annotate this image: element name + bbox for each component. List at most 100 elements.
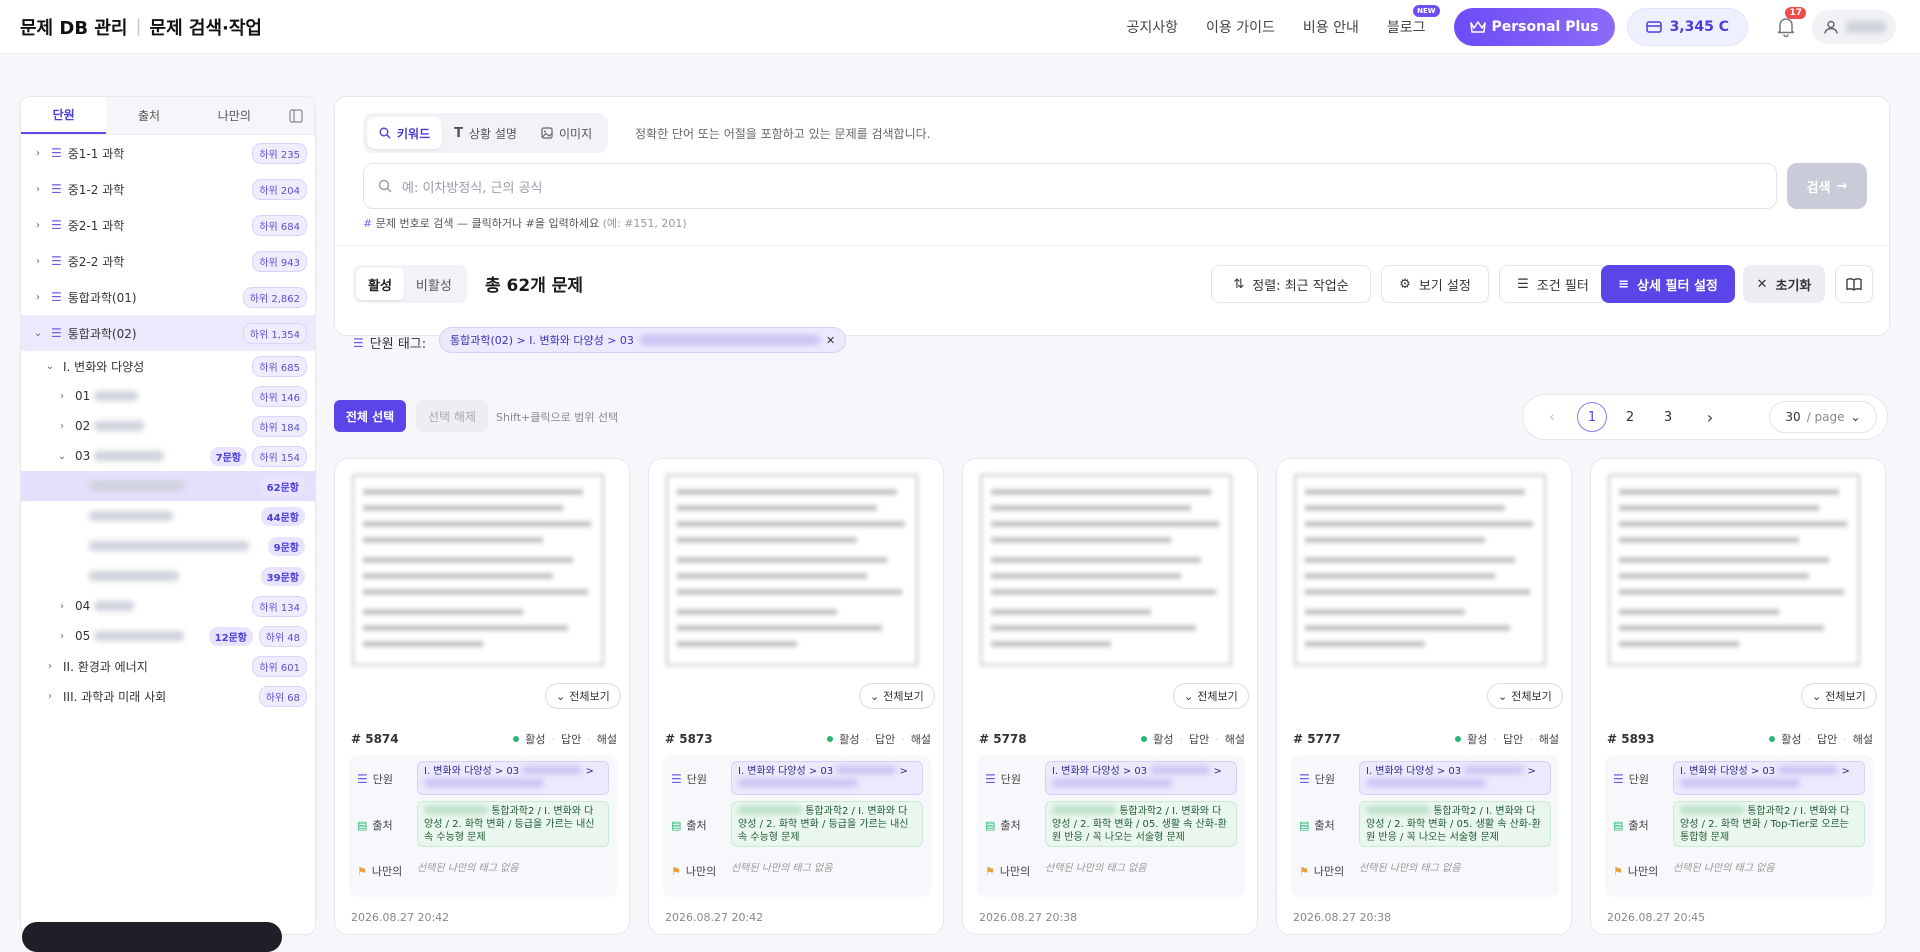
- tree-item-03-leaf-4[interactable]: 39문항: [21, 561, 315, 591]
- plan-button[interactable]: Personal Plus: [1453, 7, 1615, 46]
- full-view-button[interactable]: ⌄ 전체보기: [1487, 683, 1563, 709]
- question-id: # 5777: [1293, 732, 1341, 746]
- unit-tag-box[interactable]: I. 변화와 다양성 > 03 >: [1673, 761, 1865, 795]
- question-card[interactable]: ⌄ 전체보기 # 5874 활성 · 답안 · 해설 ☰ 단원 I. 변화와 다…: [334, 458, 630, 935]
- redacted-text: [94, 421, 145, 431]
- chevron-down-icon: ⌄: [1184, 689, 1194, 703]
- per-page-value: 30: [1785, 410, 1801, 424]
- flag-separator: ·: [1807, 732, 1812, 746]
- mode-description[interactable]: T 상황 설명: [442, 117, 529, 149]
- notification-button[interactable]: 17: [1774, 6, 1806, 39]
- page-1[interactable]: 1: [1577, 402, 1607, 432]
- question-card[interactable]: ⌄ 전체보기 # 5778 활성 · 답안 · 해설 ☰ 단원 I. 변화와 다…: [962, 458, 1258, 935]
- tree-item-integrated-02[interactable]: ⌄ ☰ 통합과학(02) 하위 1,354: [21, 315, 315, 351]
- redacted-text: [836, 766, 897, 774]
- source-tag-box[interactable]: 통합과학2 / I. 변화와 다양성 / 2. 화학 변화 / Top-Tier…: [1673, 801, 1865, 847]
- nav-guide[interactable]: 이용 가이드: [1206, 17, 1275, 37]
- question-thumbnail: [666, 474, 918, 666]
- user-menu[interactable]: [1812, 9, 1896, 44]
- toggle-active[interactable]: 활성: [356, 268, 404, 300]
- per-page-select[interactable]: 30 / page ⌄: [1769, 401, 1877, 433]
- unit-tag-box[interactable]: I. 변화와 다양성 > 03 >: [1045, 761, 1237, 795]
- tree-item-02[interactable]: › 02 하위 184: [21, 411, 315, 441]
- full-view-button[interactable]: ⌄ 전체보기: [1801, 683, 1877, 709]
- nav-pricing[interactable]: 비용 안내: [1303, 17, 1359, 37]
- unit-tag-chip[interactable]: 통합과학(02) > I. 변화와 다양성 > 03 ✕: [439, 327, 847, 353]
- card-tags: ☰ 단원 I. 변화와 다양성 > 03 > ▤ 출처 통합과학2 / I. 변…: [349, 755, 617, 897]
- card-flags: 활성 · 답안 · 해설: [1141, 731, 1245, 747]
- clear-selection-button[interactable]: 선택 해제: [416, 400, 488, 432]
- tab-mine[interactable]: 나만의: [192, 97, 277, 134]
- flag-separator: ·: [587, 732, 591, 746]
- tree-item-change-diversity[interactable]: ⌄ I. 변화와 다양성 하위 685: [21, 351, 315, 381]
- toggle-inactive[interactable]: 비활성: [404, 268, 464, 300]
- source-tag-box[interactable]: 통합과학2 / I. 변화와 다양성 / 2. 화학 변화 / 05. 생활 속…: [1359, 801, 1551, 847]
- tree-item-03-leaf-2[interactable]: 44문항: [21, 501, 315, 531]
- next-page-button[interactable]: ›: [1695, 402, 1725, 432]
- full-view-button[interactable]: ⌄ 전체보기: [859, 683, 935, 709]
- tree-item-environment-energy[interactable]: › II. 환경과 에너지 하위 601: [21, 651, 315, 681]
- unit-tag-box[interactable]: I. 변화와 다양성 > 03 >: [1359, 761, 1551, 795]
- tree-item-ms1-2[interactable]: › ☰ 중1-2 과학 하위 204: [21, 171, 315, 207]
- chevron-down-icon: ⌄: [1850, 410, 1861, 424]
- remove-tag-icon[interactable]: ✕: [826, 334, 835, 347]
- tree-item-label: 03: [75, 449, 91, 463]
- reset-button[interactable]: ✕ 초기화: [1743, 265, 1825, 303]
- question-card[interactable]: ⌄ 전체보기 # 5777 활성 · 답안 · 해설 ☰ 단원 I. 변화와 다…: [1276, 458, 1572, 935]
- source-tag-box[interactable]: 통합과학2 / I. 변화와 다양성 / 2. 화학 변화 / 등급을 가르는 …: [417, 801, 609, 847]
- tree-item-05[interactable]: › 05 12문항 하위 48: [21, 621, 315, 651]
- full-view-button[interactable]: ⌄ 전체보기: [1173, 683, 1249, 709]
- page-3[interactable]: 3: [1653, 402, 1683, 432]
- status-label: 활성: [839, 733, 860, 746]
- unit-tag-box[interactable]: I. 변화와 다양성 > 03 >: [731, 761, 923, 795]
- sort-button[interactable]: ⇅ 정렬: 최근 작업순: [1211, 265, 1371, 303]
- tree-item-ms2-2[interactable]: › ☰ 중2-2 과학 하위 943: [21, 243, 315, 279]
- full-view-button[interactable]: ⌄ 전체보기: [545, 683, 621, 709]
- tree-item-integrated-01[interactable]: › ☰ 통합과학(01) 하위 2,862: [21, 279, 315, 315]
- credits-button[interactable]: 3,345 C: [1626, 7, 1748, 46]
- mode-keyword[interactable]: 키워드: [367, 117, 443, 149]
- nav-blog[interactable]: 블로그 NEW: [1387, 4, 1440, 37]
- search-button[interactable]: 검색 →: [1787, 163, 1867, 209]
- tab-source[interactable]: 출처: [106, 97, 191, 134]
- source-tag-box[interactable]: 통합과학2 / I. 변화와 다양성 / 2. 화학 변화 / 05. 생활 속…: [1045, 801, 1237, 847]
- prev-page-button[interactable]: ‹: [1537, 402, 1567, 432]
- chevron-down-icon: ⌄: [45, 360, 55, 372]
- question-card[interactable]: ⌄ 전체보기 # 5893 활성 · 답안 · 해설 ☰ 단원 I. 변화와 다…: [1590, 458, 1886, 935]
- tree-item-label: I. 변화와 다양성: [63, 359, 145, 374]
- card-flags: 활성 · 답안 · 해설: [1769, 731, 1873, 747]
- nav-notice[interactable]: 공지사항: [1126, 17, 1178, 37]
- unit-label: 단원: [1314, 773, 1336, 786]
- sort-label: 정렬: 최근 작업순: [1252, 278, 1349, 294]
- tree-item-03-leaf-1[interactable]: 62문항: [21, 471, 315, 501]
- tree-item-ms2-1[interactable]: › ☰ 중2-1 과학 하위 684: [21, 207, 315, 243]
- tree-item-03[interactable]: ⌄ 03 7문항 하위 154: [21, 441, 315, 471]
- unit-tag-box[interactable]: I. 변화와 다양성 > 03 >: [417, 761, 609, 795]
- status-dot: [1455, 736, 1462, 742]
- tree-item-03-leaf-3[interactable]: 9문항: [21, 531, 315, 561]
- unit-tag-chip-label: 통합과학(02) > I. 변화와 다양성 > 03: [450, 334, 634, 347]
- tree-item-ms1-1[interactable]: › ☰ 중1-1 과학 하위 235: [21, 135, 315, 171]
- tab-unit[interactable]: 단원: [21, 97, 107, 134]
- tree-item-01[interactable]: › 01 하위 146: [21, 381, 315, 411]
- book-button[interactable]: [1835, 265, 1873, 303]
- floating-bar[interactable]: [22, 922, 282, 952]
- question-thumbnail: [980, 474, 1232, 666]
- condition-filter-button[interactable]: ☰ 조건 필터: [1499, 265, 1607, 303]
- source-tag-box[interactable]: 통합과학2 / I. 변화와 다양성 / 2. 화학 변화 / 등급을 가르는 …: [731, 801, 923, 847]
- page-2[interactable]: 2: [1615, 402, 1645, 432]
- question-card[interactable]: ⌄ 전체보기 # 5873 활성 · 답안 · 해설 ☰ 단원 I. 변화와 다…: [648, 458, 944, 935]
- number-search-hint[interactable]: # 문제 번호로 검색 — 클릭하거나 #을 입력하세요 (예: #151, 2…: [363, 215, 687, 231]
- detail-filter-button[interactable]: ≡ 상세 필터 설정: [1601, 265, 1735, 303]
- collapse-sidebar-button[interactable]: [277, 97, 315, 134]
- mode-label: 이미지: [558, 126, 593, 141]
- tree-item-04[interactable]: › 04 하위 134: [21, 591, 315, 621]
- mode-image[interactable]: 이미지: [529, 117, 604, 149]
- tree-item-science-future[interactable]: › III. 과학과 미래 사회 하위 68: [21, 681, 315, 711]
- search-input[interactable]: 예: 이차방정식, 근의 공식: [363, 163, 1777, 209]
- crown-icon: [1469, 20, 1486, 33]
- view-label: 보기 설정: [1418, 278, 1471, 294]
- select-all-button[interactable]: 전체 선택: [334, 400, 406, 432]
- view-settings-button[interactable]: ⚙ 보기 설정: [1381, 265, 1489, 303]
- unit-tag-text: 단원 태그:: [369, 337, 427, 352]
